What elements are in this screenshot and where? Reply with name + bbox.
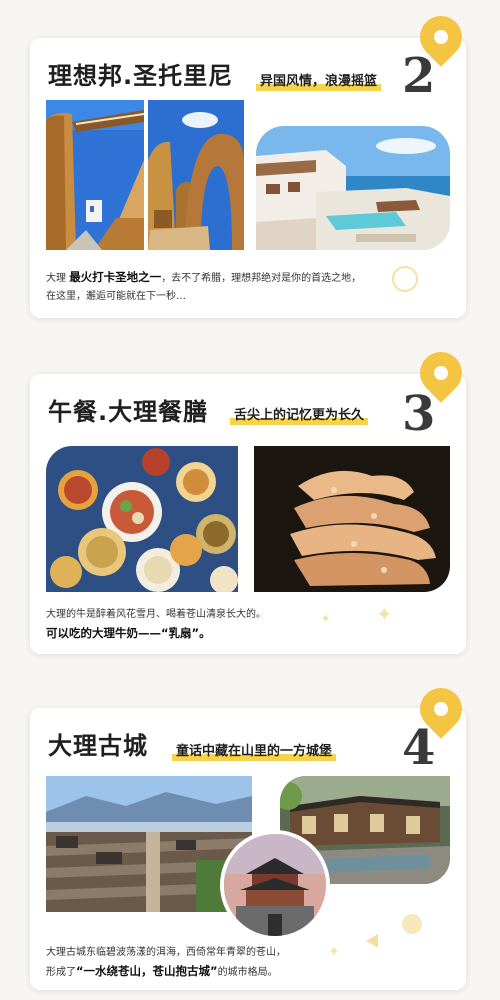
section-description: 大理古城东临碧波荡漾的洱海，西倚常年青翠的苍山， 形成了“一水绕苍山，苍山抱古城…	[46, 944, 450, 982]
photo-santorini-curved-arch	[148, 100, 244, 250]
description-line-1: 大理 最火打卡圣地之一，去不了希腊，理想邦绝对是你的首选之地，	[46, 268, 450, 288]
photo-santorini-sea-view	[256, 126, 450, 250]
sparkle-icon: ✦	[376, 602, 393, 626]
description-line-2: 形成了“一水绕苍山，苍山抱古城”的城市格局。	[46, 962, 450, 982]
photo-old-town-gate-tower	[220, 830, 330, 940]
section-card-lunch: 午餐.大理餐膳 舌尖上的记忆更为长久 3 大理的牛是醉着风花雪月、喝着苍山清泉长…	[30, 374, 466, 654]
decorative-dot	[402, 914, 422, 934]
section-number: 4	[402, 720, 436, 776]
section-description: 大理 最火打卡圣地之一，去不了希腊，理想邦绝对是你的首选之地， 在这里，邂逅可能…	[46, 268, 450, 306]
section-title: 理想邦.圣托里尼	[48, 62, 234, 90]
desc-prefix: 形成了	[46, 967, 76, 978]
photo-santorini-arch-stairs	[46, 100, 144, 250]
decorative-triangle	[366, 934, 378, 948]
photo-rushan-milk-fan	[254, 446, 450, 592]
section-subtitle: 舌尖上的记忆更为长久	[230, 404, 369, 425]
section-card-santorini: 理想邦.圣托里尼 异国风情，浪漫摇篮 2 大理 最火打卡圣地之一，去不了希腊，理…	[30, 38, 466, 318]
section-subtitle: 童话中藏在山里的一方城堡	[172, 740, 337, 761]
desc-emphasis: “一水绕苍山，苍山抱古城”	[76, 964, 218, 978]
description-line-2: 可以吃的大理牛奶——“乳扇”。	[46, 626, 211, 640]
description-line-2: 在这里，邂逅可能就在下一秒…	[46, 291, 186, 302]
photo-dali-banquet-dishes	[46, 446, 238, 592]
desc-emphasis: 最火打卡圣地之一	[69, 270, 162, 284]
desc-prefix: 大理	[46, 273, 66, 284]
section-title: 大理古城	[48, 732, 148, 760]
sparkle-icon: ✦	[328, 944, 340, 960]
desc-suffix: 的城市格局。	[217, 967, 278, 978]
section-subtitle: 异国风情，浪漫摇篮	[256, 70, 382, 91]
desc-suffix: ，去不了希腊，理想邦绝对是你的首选之地，	[161, 273, 362, 284]
decorative-ring	[392, 266, 418, 292]
sparkle-icon: ✦	[320, 612, 331, 627]
section-title: 午餐.大理餐膳	[48, 398, 209, 426]
section-number: 3	[402, 386, 436, 442]
section-card-old-town: 大理古城 童话中藏在山里的一方城堡 4 大理古城东临碧波荡漾的洱海，西倚常年青翠…	[30, 708, 466, 990]
section-number: 2	[402, 48, 436, 104]
description-line-1: 大理古城东临碧波荡漾的洱海，西倚常年青翠的苍山，	[46, 947, 286, 958]
